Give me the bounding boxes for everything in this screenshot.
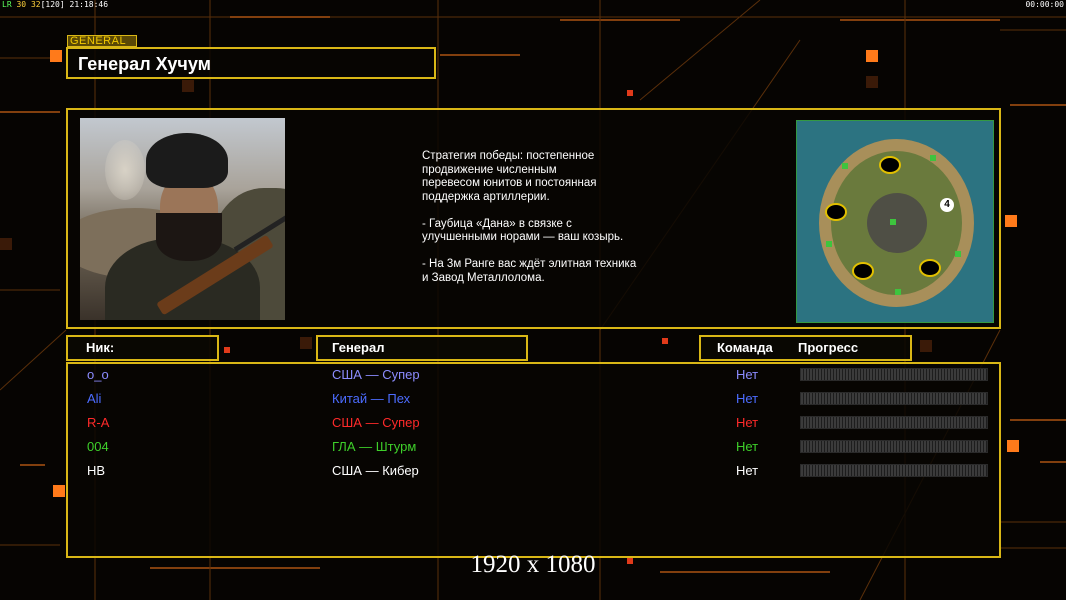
map-player-number: 4 — [940, 198, 954, 212]
general-info-panel: Стратегия победы: постепенное продвижени… — [66, 108, 1001, 329]
fps-value: 30 — [16, 0, 27, 9]
strategy-description: Стратегия победы: постепенное продвижени… — [422, 150, 637, 284]
player-nick: Ali — [87, 391, 102, 406]
players-list: o_o США — Супер Нет Ali Китай — Пех Нет R-A США… — [66, 362, 1001, 558]
column-header-general: Генерал — [316, 335, 528, 361]
player-progress-bar — [800, 392, 988, 405]
player-general: Китай — Пех — [332, 391, 411, 406]
player-general: США — Супер — [332, 367, 420, 382]
resolution-label: 1920 x 1080 — [470, 551, 596, 578]
player-nick: R-A — [87, 415, 110, 430]
general-portrait — [80, 118, 285, 320]
general-title: Генерал Хучум — [78, 54, 211, 74]
player-nick: o_o — [87, 367, 109, 382]
player-team: Нет — [736, 415, 759, 430]
player-row: Ali Китай — Пех Нет — [68, 388, 999, 410]
start-position-marker — [825, 203, 847, 221]
fps-prefix: LR — [2, 0, 12, 9]
fps-counter: LR 30 32[120] 21:18:46 — [2, 0, 108, 9]
column-header-progress: Прогресс — [798, 340, 859, 355]
general-tag: GENERAL — [67, 35, 137, 47]
player-row: R-A США — Супер Нет — [68, 412, 999, 434]
player-row: o_o США — Супер Нет — [68, 364, 999, 386]
start-position-marker — [919, 259, 941, 277]
title-box: Генерал Хучум — [66, 47, 436, 79]
player-progress-bar — [800, 416, 988, 429]
player-general: США — Супер — [332, 415, 420, 430]
map-preview: 4 — [796, 120, 994, 323]
column-header-team: Команда — [717, 340, 773, 355]
player-general: ГЛА — Штурм — [332, 439, 417, 454]
player-progress-bar — [800, 464, 988, 477]
clock-left: 21:18:46 — [69, 0, 109, 9]
player-nick: HB — [87, 463, 106, 478]
player-row: 004 ГЛА — Штурм Нет — [68, 436, 999, 458]
player-progress-bar — [800, 368, 988, 381]
player-general: США — Кибер — [332, 463, 419, 478]
player-team: Нет — [736, 391, 759, 406]
player-team: Нет — [736, 463, 759, 478]
column-header-team-progress: Команда Прогресс — [699, 335, 912, 361]
player-nick: 004 — [87, 439, 109, 454]
player-row: HB США — Кибер Нет — [68, 460, 999, 482]
fps-max: [120] — [40, 0, 65, 9]
clock-right: 00:00:00 — [1025, 0, 1064, 9]
player-team: Нет — [736, 367, 759, 382]
player-progress-bar — [800, 440, 988, 453]
start-position-marker — [852, 262, 874, 280]
start-position-marker — [879, 156, 901, 174]
player-team: Нет — [736, 439, 759, 454]
fps-target: 32 — [30, 0, 41, 9]
column-header-nick: Ник: — [66, 335, 219, 361]
